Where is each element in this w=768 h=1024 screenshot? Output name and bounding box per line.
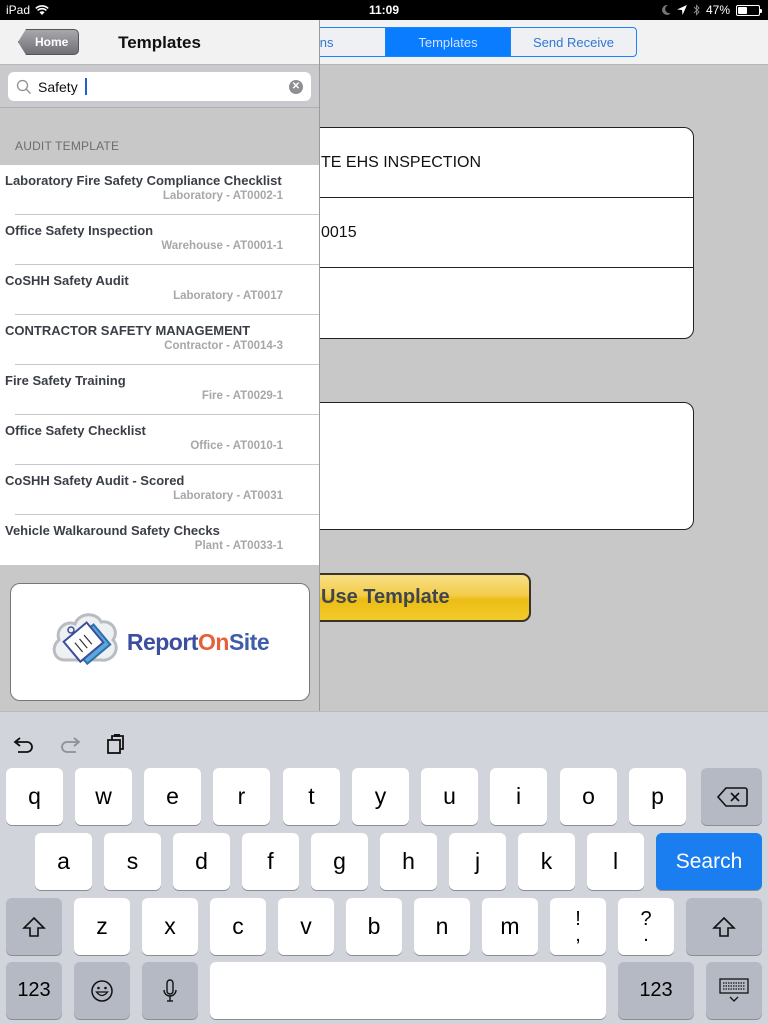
moon-icon: [662, 5, 671, 15]
shift-icon: [22, 916, 46, 937]
template-category-code: Laboratory - AT0002-1: [162, 190, 283, 202]
templates-popover: Home Templates ✕ AUDIT TEMPLATE Laborato…: [0, 20, 320, 711]
nav-title: Templates: [118, 33, 201, 52]
template-title: Laboratory Fire Safety Compliance Checkl…: [5, 173, 282, 188]
key-i[interactable]: i: [490, 768, 547, 825]
bluetooth-icon: [693, 4, 700, 16]
key-q[interactable]: q: [6, 768, 63, 825]
key-s[interactable]: s: [104, 833, 161, 890]
template-title: Fire Safety Training: [5, 373, 126, 388]
clock: 11:09: [368, 3, 400, 17]
redo-icon[interactable]: [58, 732, 82, 756]
text-cursor: [85, 78, 87, 95]
template-title: CONTRACTOR SAFETY MANAGEMENT: [5, 323, 251, 338]
key-u[interactable]: u: [421, 768, 478, 825]
search-input[interactable]: [38, 78, 289, 95]
key-k[interactable]: k: [518, 833, 575, 890]
nav-bar: Home Templates: [0, 20, 319, 65]
backspace-icon: [716, 786, 748, 807]
battery-percent: 47%: [705, 3, 730, 17]
template-list-item[interactable]: Office Safety Inspection Warehouse - AT00…: [0, 215, 319, 265]
template-category-code: Fire - AT0029-1: [201, 390, 283, 402]
backspace-key[interactable]: [701, 768, 762, 825]
template-category-code: Office - AT0010-1: [190, 440, 283, 452]
dismiss-keyboard-key[interactable]: [706, 962, 762, 1019]
numbers-key-right[interactable]: 123: [618, 962, 694, 1019]
template-title: Office Safety Checklist: [5, 423, 146, 438]
key-v[interactable]: v: [278, 898, 334, 955]
clear-search-icon[interactable]: ✕: [289, 79, 303, 94]
template-category-code: Laboratory - AT0017: [173, 290, 283, 302]
undo-icon[interactable]: [12, 732, 36, 756]
key-exclaim-comma[interactable]: !,: [550, 898, 606, 955]
paste-icon[interactable]: [105, 732, 129, 756]
key-w[interactable]: w: [75, 768, 132, 825]
key-f[interactable]: f: [242, 833, 299, 890]
key-j[interactable]: j: [449, 833, 506, 890]
on-screen-keyboard: q w e r t y u i o p a s d f g h j k l Search z x c v b n m!,?. 123 1…: [0, 711, 768, 1024]
key-p[interactable]: p: [629, 768, 686, 825]
segment-templates[interactable]: Templates: [386, 28, 511, 56]
key-h[interactable]: h: [380, 833, 437, 890]
template-category-code: Contractor - AT0014-3: [164, 340, 283, 352]
key-c[interactable]: c: [210, 898, 266, 955]
microphone-icon: [163, 978, 177, 1002]
template-title: CoSHH Safety Audit: [5, 273, 129, 288]
emoji-icon: [91, 979, 113, 1002]
key-g[interactable]: g: [311, 833, 368, 890]
template-list-item[interactable]: Vehicle Walkaround Safety Checks Plant - …: [0, 515, 319, 565]
numbers-key-left[interactable]: 123: [6, 962, 62, 1019]
template-list-item[interactable]: Office Safety Checklist Office - AT0010-1: [0, 415, 319, 465]
status-bar: iPad 11:09 47%: [0, 0, 768, 20]
template-title: CoSHH Safety Audit - Scored: [5, 473, 185, 488]
logo-cloud-clipboard-icon: [52, 613, 118, 666]
battery-icon: [736, 4, 762, 16]
key-n[interactable]: n: [414, 898, 470, 955]
template-list-item[interactable]: Fire Safety Training Fire - AT0029-1: [0, 365, 319, 415]
report-on-site-logo: ReportOnSite: [10, 583, 310, 701]
key-z[interactable]: z: [74, 898, 130, 955]
key-x[interactable]: x: [142, 898, 198, 955]
template-list-item[interactable]: CoSHH Safety Audit - Scored Laboratory - …: [0, 465, 319, 515]
search-box: ✕: [8, 72, 311, 101]
battery-level: [738, 6, 748, 14]
template-title: Vehicle Walkaround Safety Checks: [5, 523, 220, 538]
shift-icon: [712, 916, 736, 937]
keyboard-dismiss-icon: [719, 977, 749, 1002]
key-r[interactable]: r: [213, 768, 270, 825]
location-arrow-icon: [676, 5, 687, 15]
key-o[interactable]: o: [560, 768, 617, 825]
dictation-key[interactable]: [142, 962, 198, 1019]
template-category-code: Warehouse - AT0001-1: [161, 240, 283, 252]
template-title: Office Safety Inspection: [5, 223, 154, 238]
key-d[interactable]: d: [173, 833, 230, 890]
template-list: Laboratory Fire Safety Compliance Checkl…: [0, 165, 319, 565]
key-m[interactable]: m: [482, 898, 538, 955]
search-icon: [16, 79, 31, 94]
key-a[interactable]: a: [35, 833, 92, 890]
shift-key-right[interactable]: [686, 898, 762, 955]
search-key[interactable]: Search: [656, 833, 762, 890]
keyboard-shortcut-bar: [0, 712, 768, 768]
logo-text: ReportOnSite: [126, 628, 270, 655]
template-category-code: Plant - AT0033-1: [194, 540, 283, 552]
shift-key-left[interactable]: [6, 898, 62, 955]
segment-send-receive[interactable]: Send Receive: [511, 28, 636, 56]
key-e[interactable]: e: [144, 768, 201, 825]
key-t[interactable]: t: [283, 768, 340, 825]
section-header: AUDIT TEMPLATE: [15, 139, 120, 153]
key-question-period[interactable]: ?.: [618, 898, 674, 955]
search-bar: ✕: [0, 65, 319, 108]
key-y[interactable]: y: [352, 768, 409, 825]
template-category-code: Laboratory - AT0031: [173, 490, 283, 502]
emoji-key[interactable]: [74, 962, 130, 1019]
key-b[interactable]: b: [346, 898, 402, 955]
main-toolbar: ons Templates Send Receive: [260, 20, 768, 65]
template-list-item[interactable]: CoSHH Safety Audit Laboratory - AT0017: [0, 265, 319, 315]
template-list-item[interactable]: CONTRACTOR SAFETY MANAGEMENT Contractor -…: [0, 315, 319, 365]
space-key[interactable]: [210, 962, 606, 1019]
key-l[interactable]: l: [587, 833, 644, 890]
template-list-item[interactable]: Laboratory Fire Safety Compliance Checkl…: [0, 165, 319, 215]
